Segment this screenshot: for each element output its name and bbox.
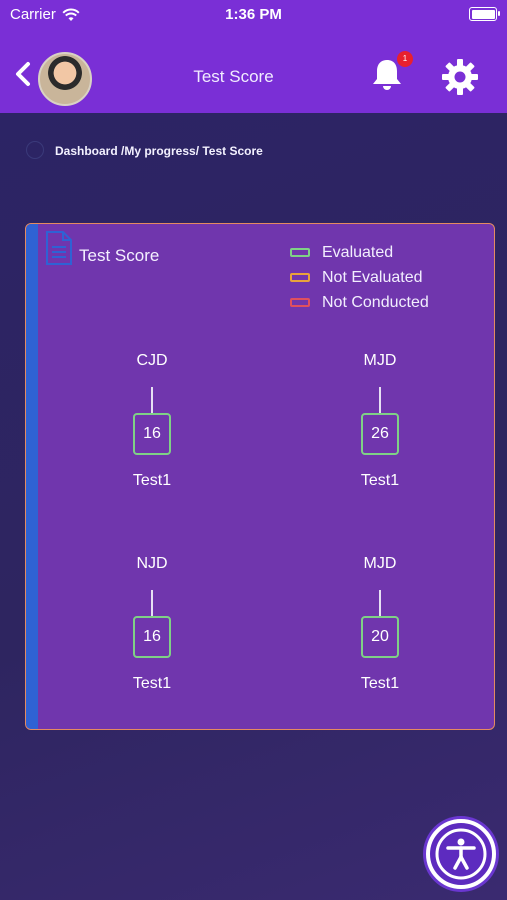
subject-label: NJD [136,555,168,572]
legend-label: Not Conducted [322,293,429,311]
test-label: Test1 [360,675,400,692]
test-label: Test1 [132,472,172,489]
score-box[interactable]: 26 [361,413,399,455]
score-node[interactable]: MJD 26 Test1 [320,352,440,489]
card-title: Test Score [79,246,160,265]
status-bar: Carrier 1:36 PM [0,0,507,30]
score-box[interactable]: 16 [133,616,171,658]
legend-swatch-evaluated [290,248,310,257]
subject-label: CJD [136,352,168,369]
document-icon [46,231,72,265]
legend-swatch-not-evaluated [290,273,310,282]
legend-label: Not Evaluated [322,268,423,286]
connector-line [379,387,381,413]
connector-line [151,590,153,616]
notification-badge: 1 [397,51,413,67]
legend-item-not-evaluated: Not Evaluated [290,265,429,290]
battery-icon [469,7,500,21]
score-node[interactable]: NJD 16 Test1 [92,555,212,692]
top-bar: Carrier 1:36 PM Test Score 1 [0,0,507,113]
legend-swatch-not-conducted [290,298,310,307]
test-label: Test1 [360,472,400,489]
score-box[interactable]: 20 [361,616,399,658]
test-score-card: Test Score Evaluated Not Evaluated Not C… [25,223,495,730]
connector-line [151,387,153,413]
legend-label: Evaluated [322,243,394,261]
subject-label: MJD [363,555,397,572]
score-box[interactable]: 16 [133,413,171,455]
breadcrumb-icon [26,141,44,159]
card-accent-bar [26,224,38,729]
accessibility-button[interactable] [426,819,496,889]
clock: 1:36 PM [225,6,282,23]
test-label: Test1 [132,675,172,692]
legend-item-evaluated: Evaluated [290,240,429,265]
gear-icon[interactable] [441,58,479,96]
breadcrumb[interactable]: Dashboard /My progress/ Test Score [55,144,263,158]
score-node[interactable]: MJD 20 Test1 [320,555,440,692]
score-node[interactable]: CJD 16 Test1 [92,352,212,489]
legend: Evaluated Not Evaluated Not Conducted [290,240,429,315]
legend-item-not-conducted: Not Conducted [290,290,429,315]
accessibility-icon [435,828,487,880]
connector-line [379,590,381,616]
subject-label: MJD [363,352,397,369]
